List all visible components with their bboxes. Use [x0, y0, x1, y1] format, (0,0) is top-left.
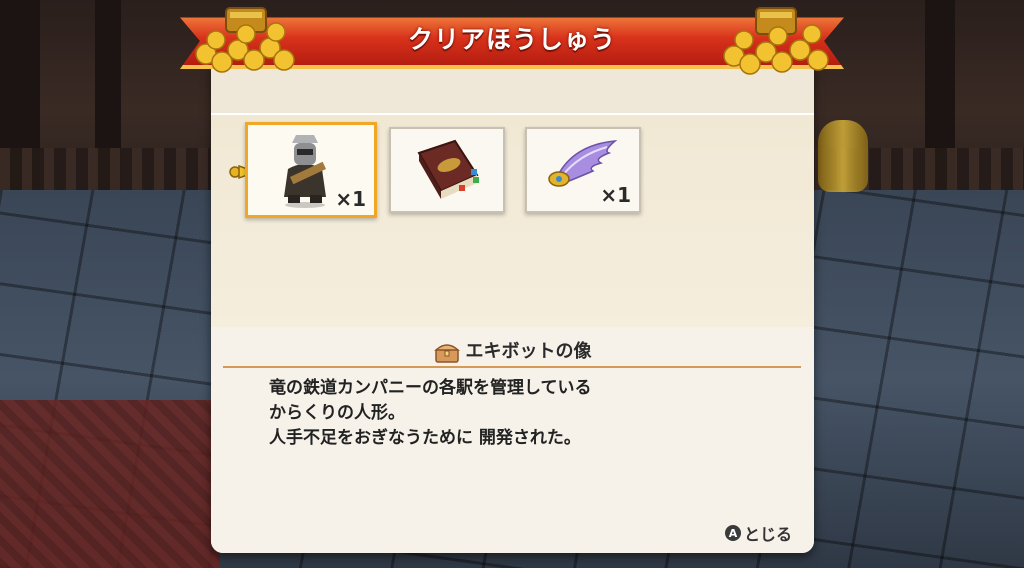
railing [0, 148, 210, 192]
description-line: からくりの人形。 [269, 403, 405, 423]
treasure-chest-icon [433, 344, 460, 363]
carpet [0, 400, 220, 568]
a-button-icon: A [724, 525, 741, 541]
close-label: とじる [743, 525, 792, 544]
golden-barrel [818, 120, 868, 192]
description-line: 人手不足をおぎなうために 開発された。 [269, 428, 581, 448]
reward-slot-1[interactable]: ×1 [245, 122, 377, 218]
reward-panel: ×1 ×1 エキボットの像 竜の鉄道カンパニーの各駅を管理している からくりの人… [211, 65, 814, 553]
item-description: 竜の鉄道カンパニーの各駅を管理している からくりの人形。 人手不足をおぎなうため… [269, 376, 789, 451]
banner-title: クリアほうしゅう [407, 25, 616, 54]
description-line: 竜の鉄道カンパニーの各駅を管理している [269, 378, 592, 398]
book-icon [417, 139, 479, 199]
detail-divider [223, 366, 801, 368]
robot-figure-icon [284, 135, 327, 208]
reward-slot-2[interactable] [389, 127, 505, 213]
item-name: エキボットの像 [465, 341, 592, 362]
item-name-heading: エキボットの像 [211, 337, 814, 364]
close-button[interactable]: A とじる [724, 521, 792, 545]
reward-slot-3[interactable]: ×1 [525, 127, 641, 213]
reward-quantity: ×1 [600, 183, 631, 207]
reward-quantity: ×1 [335, 187, 366, 211]
